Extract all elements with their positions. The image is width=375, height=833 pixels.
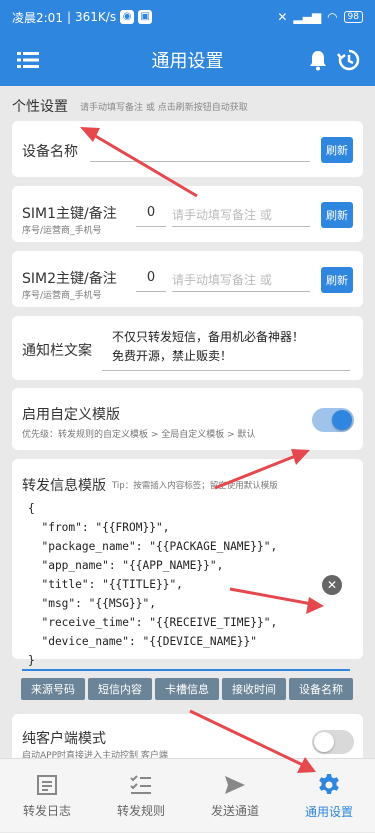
sim2-refresh-button[interactable]: 刷新 [321,267,353,293]
rules-icon [130,774,151,794]
status-bar: 凌晨2:01 | 361K/s ◉ ▣ ✕ ▂▄▆ ◠ 98 [0,0,375,34]
tag-chip-content[interactable]: 短信内容 [88,678,152,700]
toggle-knob [332,410,352,430]
sim1-index-underline [136,226,166,227]
template-tip: Tip：按需插入内容标签；留空使用默认模版 [112,481,278,491]
device-name-label: 设备名称 [22,144,78,160]
mute-icon: ✕ [277,10,288,24]
sim1-sublabel: 序号/运营商_手机号 [22,226,102,236]
sim2-index-input[interactable]: 0 [136,270,166,285]
sim2-card: SIM2主键/备注 序号/运营商_手机号 0 请手动填写备注 或 刷新 [12,251,363,307]
tag-chip-slot[interactable]: 卡槽信息 [155,678,219,700]
sim2-index-underline [136,291,166,292]
notify-label: 通知栏文案 [22,343,92,359]
network-speed: 361K/s [75,10,117,24]
app-bar: 通用设置 [0,34,375,86]
nav-label: 转发日志 [22,803,71,818]
sim1-remark-input[interactable]: 请手动填写备注 或 [172,206,272,223]
settings-content[interactable]: 个性设置 请手动填写备注 或 点击刷新按钮自动获取 设备名称 刷新 SIM1主键… [0,86,375,758]
sim1-card: SIM1主键/备注 序号/运营商_手机号 0 请手动填写备注 或 刷新 [12,186,363,242]
sim1-remark-underline [172,226,310,227]
sim2-sublabel: 序号/运营商_手机号 [22,291,102,301]
custom-template-toggle[interactable] [312,408,354,432]
log-icon [37,774,57,795]
sim1-index-input[interactable]: 0 [136,205,166,220]
history-icon[interactable] [334,46,362,74]
notify-text-line2[interactable]: 免费开源，禁止贩卖！ [112,347,232,366]
section-title: 个性设置 [12,99,68,115]
custom-template-card: 启用自定义模版 优先级：转发规则的自定义模板 > 全局自定义模板 > 默认 [12,388,363,450]
sim1-label: SIM1主键/备注 [22,206,117,222]
client-mode-label: 纯客户端模式 [22,731,106,747]
settings-icon [319,773,339,794]
nav-label: 转发规则 [116,803,165,818]
send-icon [225,775,245,794]
toggle-knob [314,732,334,752]
nav-item-general-settings[interactable]: 通用设置 [282,759,375,833]
nav-label: 通用设置 [304,804,353,819]
wifi-icon: ◠ [327,10,338,24]
custom-template-sublabel: 优先级：转发规则的自定义模板 > 全局自定义模板 > 默认 [22,430,256,440]
sim2-remark-underline [172,291,310,292]
app-notification-icon: ▣ [138,10,153,24]
tag-chip-device[interactable]: 设备名称 [289,678,353,700]
template-card: 转发信息模版 Tip：按需插入内容标签；留空使用默认模版 { "from": "… [12,459,363,671]
nav-item-send-channel[interactable]: 发送通道 [188,759,282,833]
device-name-card: 设备名称 刷新 [12,121,363,177]
nav-item-forward-log[interactable]: 转发日志 [0,759,94,833]
tag-chip-from[interactable]: 来源号码 [21,678,85,700]
client-mode-card: 纯客户端模式 启动APP时直接进入主动控制 客户端 [12,714,363,758]
sim2-remark-input[interactable]: 请手动填写备注 或 [172,271,272,288]
nav-item-forward-rules[interactable]: 转发规则 [94,759,188,833]
battery-level: 98 [347,12,359,22]
client-mode-toggle[interactable] [312,730,354,754]
notify-underline [102,370,350,371]
device-refresh-button[interactable]: 刷新 [321,137,353,163]
notify-card: 通知栏文案 不仅只转发短信，备用机必备神器！ 免费开源，禁止贩卖！ [12,316,363,380]
template-underline [22,669,350,671]
device-name-input[interactable] [90,161,310,162]
status-time: 凌晨2:01 [12,10,63,25]
client-mode-sublabel: 启动APP时直接进入主动控制 客户端 [22,751,168,758]
template-label: 转发信息模版 [22,478,106,494]
custom-template-label: 启用自定义模版 [22,407,120,423]
section-hint: 请手动填写备注 或 点击刷新按钮自动获取 [80,103,248,113]
nav-label: 发送通道 [210,803,259,818]
notification-icon: ◉ [120,10,135,24]
tag-chip-time[interactable]: 接收时间 [222,678,286,700]
notify-text-line1[interactable]: 不仅只转发短信，备用机必备神器！ [112,328,304,347]
sim2-label: SIM2主键/备注 [22,271,117,287]
bottom-nav: 转发日志 转发规则 发送通道 通用设置 [0,758,375,832]
battery-icon: 98 [343,11,363,23]
sim1-refresh-button[interactable]: 刷新 [321,202,353,228]
bell-icon[interactable] [304,46,332,74]
clear-icon[interactable]: ✕ [322,575,342,595]
template-editor[interactable]: { "from": "{{FROM}}", "package_name": "{… [28,499,350,670]
signal-icon: ▂▄▆ [293,10,322,24]
